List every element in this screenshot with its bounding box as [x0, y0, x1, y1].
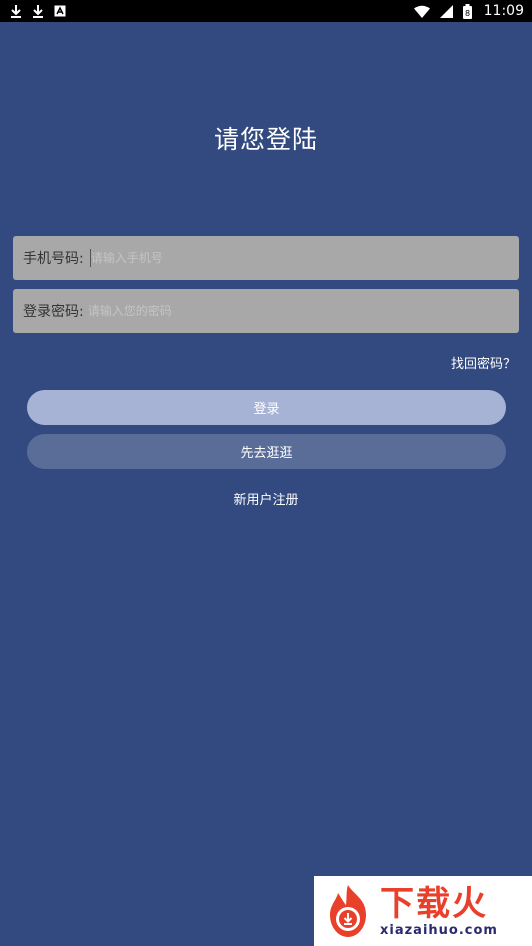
phone-input[interactable] — [90, 244, 519, 272]
page-title: 请您登陆 — [213, 125, 318, 154]
watermark-brand: 下载火 — [380, 884, 488, 924]
status-time: 11:09 — [483, 3, 524, 19]
flame-logo-icon — [320, 883, 376, 939]
download-icon — [32, 4, 44, 18]
watermark-text: 下载火 xiazaihuo.com — [380, 884, 498, 938]
status-bar: 8 11:09 — [0, 0, 532, 22]
browse-button[interactable]: 先去逛逛 — [27, 434, 506, 469]
app-notification-icon — [54, 5, 66, 17]
login-button[interactable]: 登录 — [27, 390, 506, 425]
password-label: 登录密码: — [23, 304, 84, 320]
status-right: 8 11:09 — [413, 3, 524, 19]
battery-icon: 8 — [462, 3, 472, 19]
download-icon — [10, 4, 22, 18]
forgot-password-link[interactable]: 找回密码？ — [451, 353, 516, 372]
register-link[interactable]: 新用户注册 — [0, 489, 532, 508]
watermark: 下载火 xiazaihuo.com — [314, 876, 532, 946]
status-left — [10, 4, 66, 18]
phone-field[interactable]: 手机号码: — [13, 236, 519, 280]
cellular-signal-icon — [439, 4, 453, 18]
watermark-domain: xiazaihuo.com — [380, 923, 498, 938]
phone-label: 手机号码: — [23, 251, 84, 267]
svg-text:8: 8 — [465, 9, 470, 18]
password-field[interactable]: 登录密码: — [13, 289, 519, 333]
wifi-icon — [413, 5, 430, 18]
password-input[interactable] — [87, 297, 519, 325]
